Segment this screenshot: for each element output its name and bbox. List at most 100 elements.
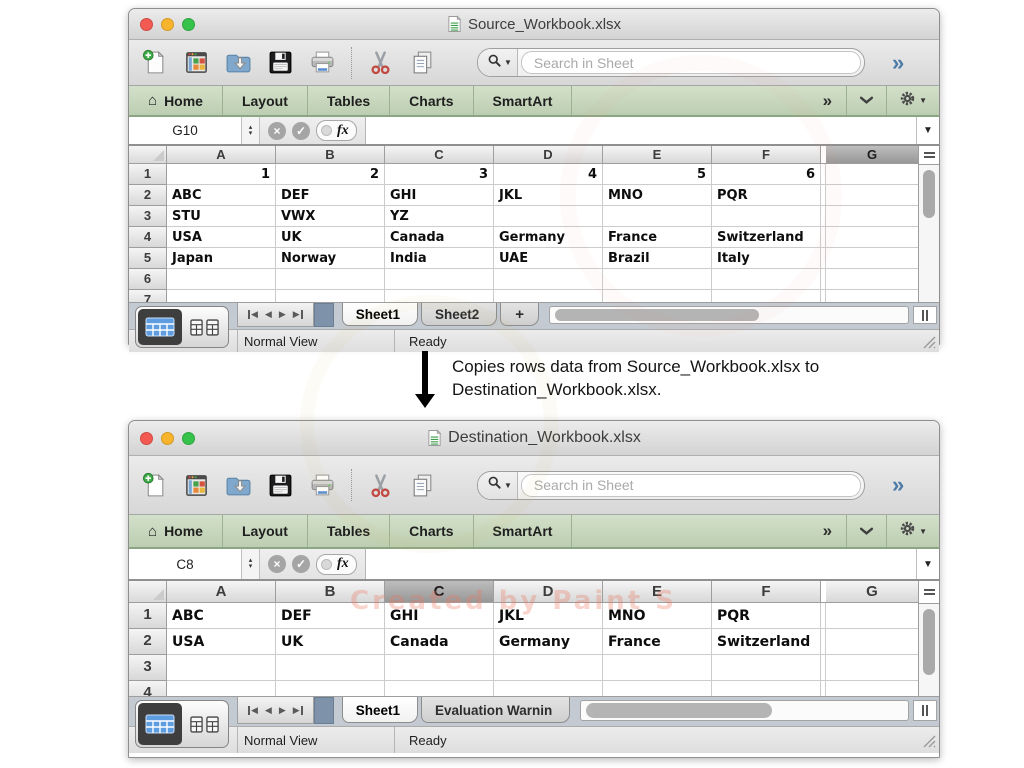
cell[interactable]	[385, 655, 494, 681]
sheet-tab--[interactable]: +	[500, 303, 539, 326]
column-header-e[interactable]: E	[603, 146, 712, 164]
cell[interactable]	[385, 269, 494, 290]
cell[interactable]	[276, 290, 385, 302]
cell[interactable]: DEF	[276, 185, 385, 206]
cell[interactable]	[494, 655, 603, 681]
cell[interactable]	[826, 655, 919, 681]
sheet-nav-buttons[interactable]: ◀ ◀ ▶ ▶	[237, 303, 314, 327]
name-box-stepper[interactable]: ▴▾	[242, 549, 260, 579]
next-sheet-icon[interactable]: ▶	[279, 309, 286, 320]
cell[interactable]	[167, 655, 276, 681]
horizontal-scroll-thumb[interactable]	[555, 309, 759, 321]
cell[interactable]	[712, 290, 821, 302]
prev-sheet-icon[interactable]: ◀	[265, 705, 272, 716]
enter-button[interactable]: ✓	[292, 555, 310, 573]
cell[interactable]	[167, 269, 276, 290]
search-input[interactable]	[522, 477, 860, 493]
save-icon[interactable]	[267, 49, 294, 76]
close-button[interactable]	[140, 432, 153, 445]
horizontal-scroll-thumb[interactable]	[586, 703, 772, 718]
titlebar[interactable]: Source_Workbook.xlsx	[129, 9, 939, 40]
search-field[interactable]: ▼	[477, 471, 865, 500]
vertical-scroll-thumb[interactable]	[923, 609, 935, 675]
prev-sheet-icon[interactable]: ◀	[265, 309, 272, 320]
ribbon-settings-button[interactable]: ▼	[886, 86, 939, 115]
function-builder-button[interactable]: fx	[316, 554, 357, 575]
copy-icon[interactable]	[409, 472, 436, 499]
search-input[interactable]	[522, 55, 860, 71]
formula-bar-expand-button[interactable]: ▼	[916, 117, 939, 144]
formula-input[interactable]	[366, 117, 916, 144]
minimize-button[interactable]	[161, 18, 174, 31]
cell[interactable]	[167, 290, 276, 302]
cell[interactable]: 2	[276, 164, 385, 185]
split-handle[interactable]	[919, 581, 939, 604]
cell[interactable]	[712, 206, 821, 227]
search-field[interactable]: ▼	[477, 48, 865, 77]
new-document-icon[interactable]	[141, 472, 168, 499]
cell[interactable]	[603, 206, 712, 227]
row-header-partial[interactable]: 4	[129, 681, 167, 696]
cell[interactable]: VWX	[276, 206, 385, 227]
formula-input[interactable]	[366, 549, 916, 579]
row-header-5[interactable]: 5	[129, 248, 167, 269]
zoom-button[interactable]	[182, 18, 195, 31]
cell[interactable]: Brazil	[603, 248, 712, 269]
cell[interactable]	[826, 185, 919, 206]
horizontal-scrollbar[interactable]	[580, 700, 909, 721]
cell[interactable]: Canada	[385, 227, 494, 248]
cell[interactable]	[276, 269, 385, 290]
select-all-corner[interactable]	[129, 146, 167, 164]
cell[interactable]	[826, 248, 919, 269]
normal-view-button[interactable]	[138, 309, 182, 345]
cell[interactable]	[603, 655, 712, 681]
titlebar[interactable]: Destination_Workbook.xlsx	[129, 421, 939, 456]
print-icon[interactable]	[309, 49, 336, 76]
close-button[interactable]	[140, 18, 153, 31]
cell[interactable]: ABC	[167, 603, 276, 629]
page-layout-view-button[interactable]	[182, 319, 226, 336]
last-sheet-icon[interactable]: ▶	[293, 309, 304, 320]
cell[interactable]	[276, 681, 385, 696]
cell[interactable]: Canada	[385, 629, 494, 655]
ribbon-collapse-button[interactable]	[846, 86, 886, 115]
cell[interactable]: JKL	[494, 185, 603, 206]
ribbon-overflow-button[interactable]: »	[809, 521, 846, 541]
cell[interactable]	[385, 681, 494, 696]
cell[interactable]: UAE	[494, 248, 603, 269]
ribbon-overflow-button[interactable]: »	[809, 91, 846, 111]
cell[interactable]	[826, 269, 919, 290]
split-handle[interactable]	[919, 146, 939, 165]
print-icon[interactable]	[309, 472, 336, 499]
column-header-a[interactable]: A	[167, 146, 276, 164]
row-header-partial[interactable]: 7	[129, 290, 167, 302]
cell[interactable]: ABC	[167, 185, 276, 206]
save-icon[interactable]	[267, 472, 294, 499]
cell[interactable]	[385, 290, 494, 302]
ribbon-tab-charts[interactable]: Charts	[390, 515, 473, 547]
cell[interactable]: JKL	[494, 603, 603, 629]
cell[interactable]	[494, 269, 603, 290]
sheet-tab-sheet2[interactable]: Sheet2	[421, 303, 497, 326]
cut-icon[interactable]	[367, 49, 394, 76]
horizontal-scrollbar[interactable]	[549, 306, 909, 324]
cell[interactable]	[494, 206, 603, 227]
row-header-3[interactable]: 3	[129, 206, 167, 227]
cell[interactable]	[826, 681, 919, 696]
cell[interactable]: 5	[603, 164, 712, 185]
cell[interactable]	[826, 290, 919, 302]
ribbon-tab-tables[interactable]: Tables	[308, 515, 390, 547]
column-header-f[interactable]: F	[712, 146, 821, 164]
column-header-c[interactable]: C	[385, 581, 494, 603]
cell[interactable]	[826, 603, 919, 629]
next-sheet-icon[interactable]: ▶	[279, 705, 286, 716]
enter-button[interactable]: ✓	[292, 122, 310, 140]
sheet-nav-buttons[interactable]: ◀ ◀ ▶ ▶	[237, 697, 314, 724]
cell[interactable]	[712, 655, 821, 681]
ribbon-tab-smartart[interactable]: SmartArt	[474, 515, 573, 547]
select-all-corner[interactable]	[129, 581, 167, 603]
open-icon[interactable]	[225, 49, 252, 76]
cell[interactable]: France	[603, 227, 712, 248]
first-sheet-icon[interactable]: ◀	[247, 705, 258, 716]
cell[interactable]	[167, 681, 276, 696]
